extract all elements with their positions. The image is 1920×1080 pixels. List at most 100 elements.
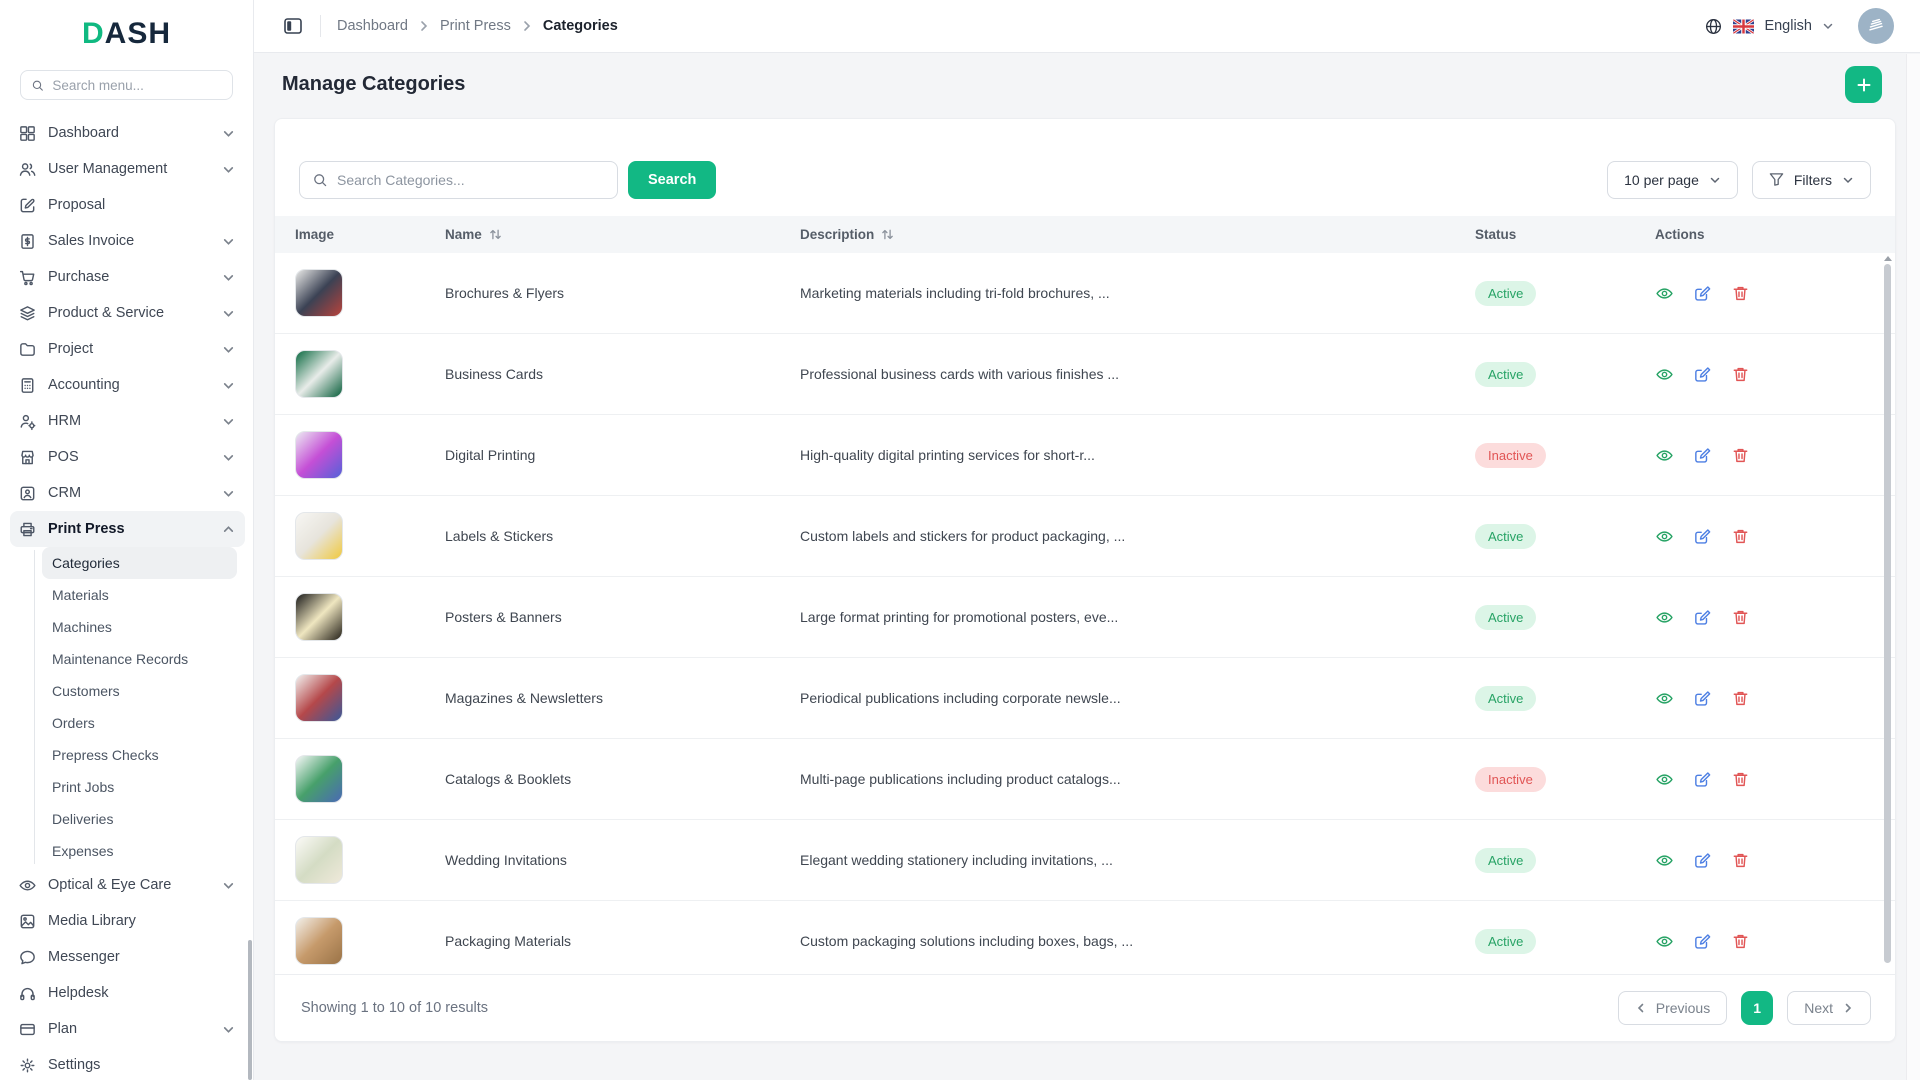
sidebar-item-proposal[interactable]: Proposal bbox=[10, 187, 245, 223]
edit-icon[interactable] bbox=[1693, 851, 1712, 870]
delete-icon[interactable] bbox=[1731, 446, 1750, 465]
table-row: Brochures & Flyers Marketing materials i… bbox=[275, 253, 1895, 334]
sidebar-item-user-management[interactable]: User Management bbox=[10, 151, 245, 187]
table-scrollbar[interactable] bbox=[1883, 256, 1892, 969]
sidebar-subitem-categories[interactable]: Categories bbox=[42, 547, 237, 579]
delete-icon[interactable] bbox=[1731, 770, 1750, 789]
search-button[interactable]: Search bbox=[628, 161, 716, 199]
layers-icon bbox=[18, 304, 37, 323]
next-page-button[interactable]: Next bbox=[1787, 991, 1871, 1025]
sidebar-item-messenger[interactable]: Messenger bbox=[10, 939, 245, 975]
sidebar-search[interactable] bbox=[20, 70, 233, 100]
add-category-button[interactable] bbox=[1845, 66, 1882, 103]
category-image[interactable] bbox=[295, 350, 343, 398]
sidebar-subitem-machines[interactable]: Machines bbox=[42, 611, 237, 643]
chevron-down-icon[interactable] bbox=[1822, 20, 1834, 32]
edit-icon[interactable] bbox=[1693, 689, 1712, 708]
category-image[interactable] bbox=[295, 269, 343, 317]
sidebar-item-helpdesk[interactable]: Helpdesk bbox=[10, 975, 245, 1011]
sidebar-subitem-expenses[interactable]: Expenses bbox=[42, 835, 237, 867]
sidebar-item-label: Messenger bbox=[48, 949, 120, 965]
breadcrumb-print-press[interactable]: Print Press bbox=[440, 18, 511, 34]
edit-icon[interactable] bbox=[1693, 365, 1712, 384]
sidebar-item-hrm[interactable]: HRM bbox=[10, 403, 245, 439]
per-page-select[interactable]: 10 per page bbox=[1607, 161, 1738, 199]
edit-icon[interactable] bbox=[1693, 608, 1712, 627]
edit-icon[interactable] bbox=[1693, 284, 1712, 303]
delete-icon[interactable] bbox=[1731, 689, 1750, 708]
sidebar-subitem-materials[interactable]: Materials bbox=[42, 579, 237, 611]
category-image[interactable] bbox=[295, 755, 343, 803]
sidebar-item-pos[interactable]: POS bbox=[10, 439, 245, 475]
view-icon[interactable] bbox=[1655, 365, 1674, 384]
view-icon[interactable] bbox=[1655, 851, 1674, 870]
delete-icon[interactable] bbox=[1731, 284, 1750, 303]
status-badge: Active bbox=[1475, 524, 1536, 549]
view-icon[interactable] bbox=[1655, 689, 1674, 708]
sidebar-item-label: Project bbox=[48, 341, 93, 357]
sidebar-item-purchase[interactable]: Purchase bbox=[10, 259, 245, 295]
sidebar-item-print-press[interactable]: Print Press bbox=[10, 511, 245, 547]
language-selector[interactable]: English bbox=[1764, 18, 1812, 34]
sidebar-scrollbar[interactable] bbox=[248, 940, 252, 1080]
delete-icon[interactable] bbox=[1731, 527, 1750, 546]
delete-icon[interactable] bbox=[1731, 932, 1750, 951]
column-header-name[interactable]: Name bbox=[445, 227, 800, 242]
headset-icon bbox=[18, 984, 37, 1003]
sort-icon[interactable] bbox=[881, 228, 894, 241]
sidebar-item-media-library[interactable]: Media Library bbox=[10, 903, 245, 939]
users-icon bbox=[18, 160, 37, 179]
sidebar-subitem-maintenance-records[interactable]: Maintenance Records bbox=[42, 643, 237, 675]
page-1-button[interactable]: 1 bbox=[1741, 991, 1773, 1025]
scrollbar-up-arrow[interactable] bbox=[1884, 256, 1892, 261]
delete-icon[interactable] bbox=[1731, 851, 1750, 870]
delete-icon[interactable] bbox=[1731, 365, 1750, 384]
view-icon[interactable] bbox=[1655, 932, 1674, 951]
sidebar-item-plan[interactable]: Plan bbox=[10, 1011, 245, 1047]
breadcrumb-dashboard[interactable]: Dashboard bbox=[337, 18, 408, 34]
sidebar-subitem-orders[interactable]: Orders bbox=[42, 707, 237, 739]
sidebar-subitem-print-jobs[interactable]: Print Jobs bbox=[42, 771, 237, 803]
sidebar-item-project[interactable]: Project bbox=[10, 331, 245, 367]
categories-search[interactable] bbox=[299, 161, 618, 199]
sidebar-item-settings[interactable]: Settings bbox=[10, 1047, 245, 1080]
edit-icon[interactable] bbox=[1693, 527, 1712, 546]
user-avatar[interactable] bbox=[1858, 8, 1894, 44]
sidebar-search-input[interactable] bbox=[52, 78, 222, 93]
page-scrollbar[interactable] bbox=[1906, 54, 1920, 1080]
categories-search-input[interactable] bbox=[337, 172, 605, 188]
category-image[interactable] bbox=[295, 674, 343, 722]
view-icon[interactable] bbox=[1655, 770, 1674, 789]
previous-page-button[interactable]: Previous bbox=[1618, 991, 1727, 1025]
row-actions bbox=[1655, 284, 1895, 303]
category-image[interactable] bbox=[295, 512, 343, 560]
view-icon[interactable] bbox=[1655, 446, 1674, 465]
view-icon[interactable] bbox=[1655, 527, 1674, 546]
category-image[interactable] bbox=[295, 836, 343, 884]
sidebar-item-dashboard[interactable]: Dashboard bbox=[10, 115, 245, 151]
sidebar-toggle-icon[interactable] bbox=[282, 15, 304, 37]
sidebar-item-optical-eye-care[interactable]: Optical & Eye Care bbox=[10, 867, 245, 903]
category-image[interactable] bbox=[295, 431, 343, 479]
delete-icon[interactable] bbox=[1731, 608, 1750, 627]
sidebar-item-sales-invoice[interactable]: Sales Invoice bbox=[10, 223, 245, 259]
scrollbar-thumb[interactable] bbox=[1884, 264, 1891, 963]
category-image[interactable] bbox=[295, 917, 343, 965]
edit-icon[interactable] bbox=[1693, 446, 1712, 465]
chevron-down-icon bbox=[222, 415, 235, 428]
sort-icon[interactable] bbox=[489, 228, 502, 241]
view-icon[interactable] bbox=[1655, 608, 1674, 627]
sidebar-item-crm[interactable]: CRM bbox=[10, 475, 245, 511]
filters-button[interactable]: Filters bbox=[1752, 161, 1871, 199]
sidebar-subitem-deliveries[interactable]: Deliveries bbox=[42, 803, 237, 835]
edit-icon[interactable] bbox=[1693, 932, 1712, 951]
column-header-description[interactable]: Description bbox=[800, 227, 1475, 242]
sidebar-item-accounting[interactable]: Accounting bbox=[10, 367, 245, 403]
sidebar-subitem-customers[interactable]: Customers bbox=[42, 675, 237, 707]
sidebar-item-product-service[interactable]: Product & Service bbox=[10, 295, 245, 331]
view-icon[interactable] bbox=[1655, 284, 1674, 303]
edit-icon[interactable] bbox=[1693, 770, 1712, 789]
sidebar-subitem-prepress-checks[interactable]: Prepress Checks bbox=[42, 739, 237, 771]
category-image[interactable] bbox=[295, 593, 343, 641]
table-row: Labels & Stickers Custom labels and stic… bbox=[275, 496, 1895, 577]
